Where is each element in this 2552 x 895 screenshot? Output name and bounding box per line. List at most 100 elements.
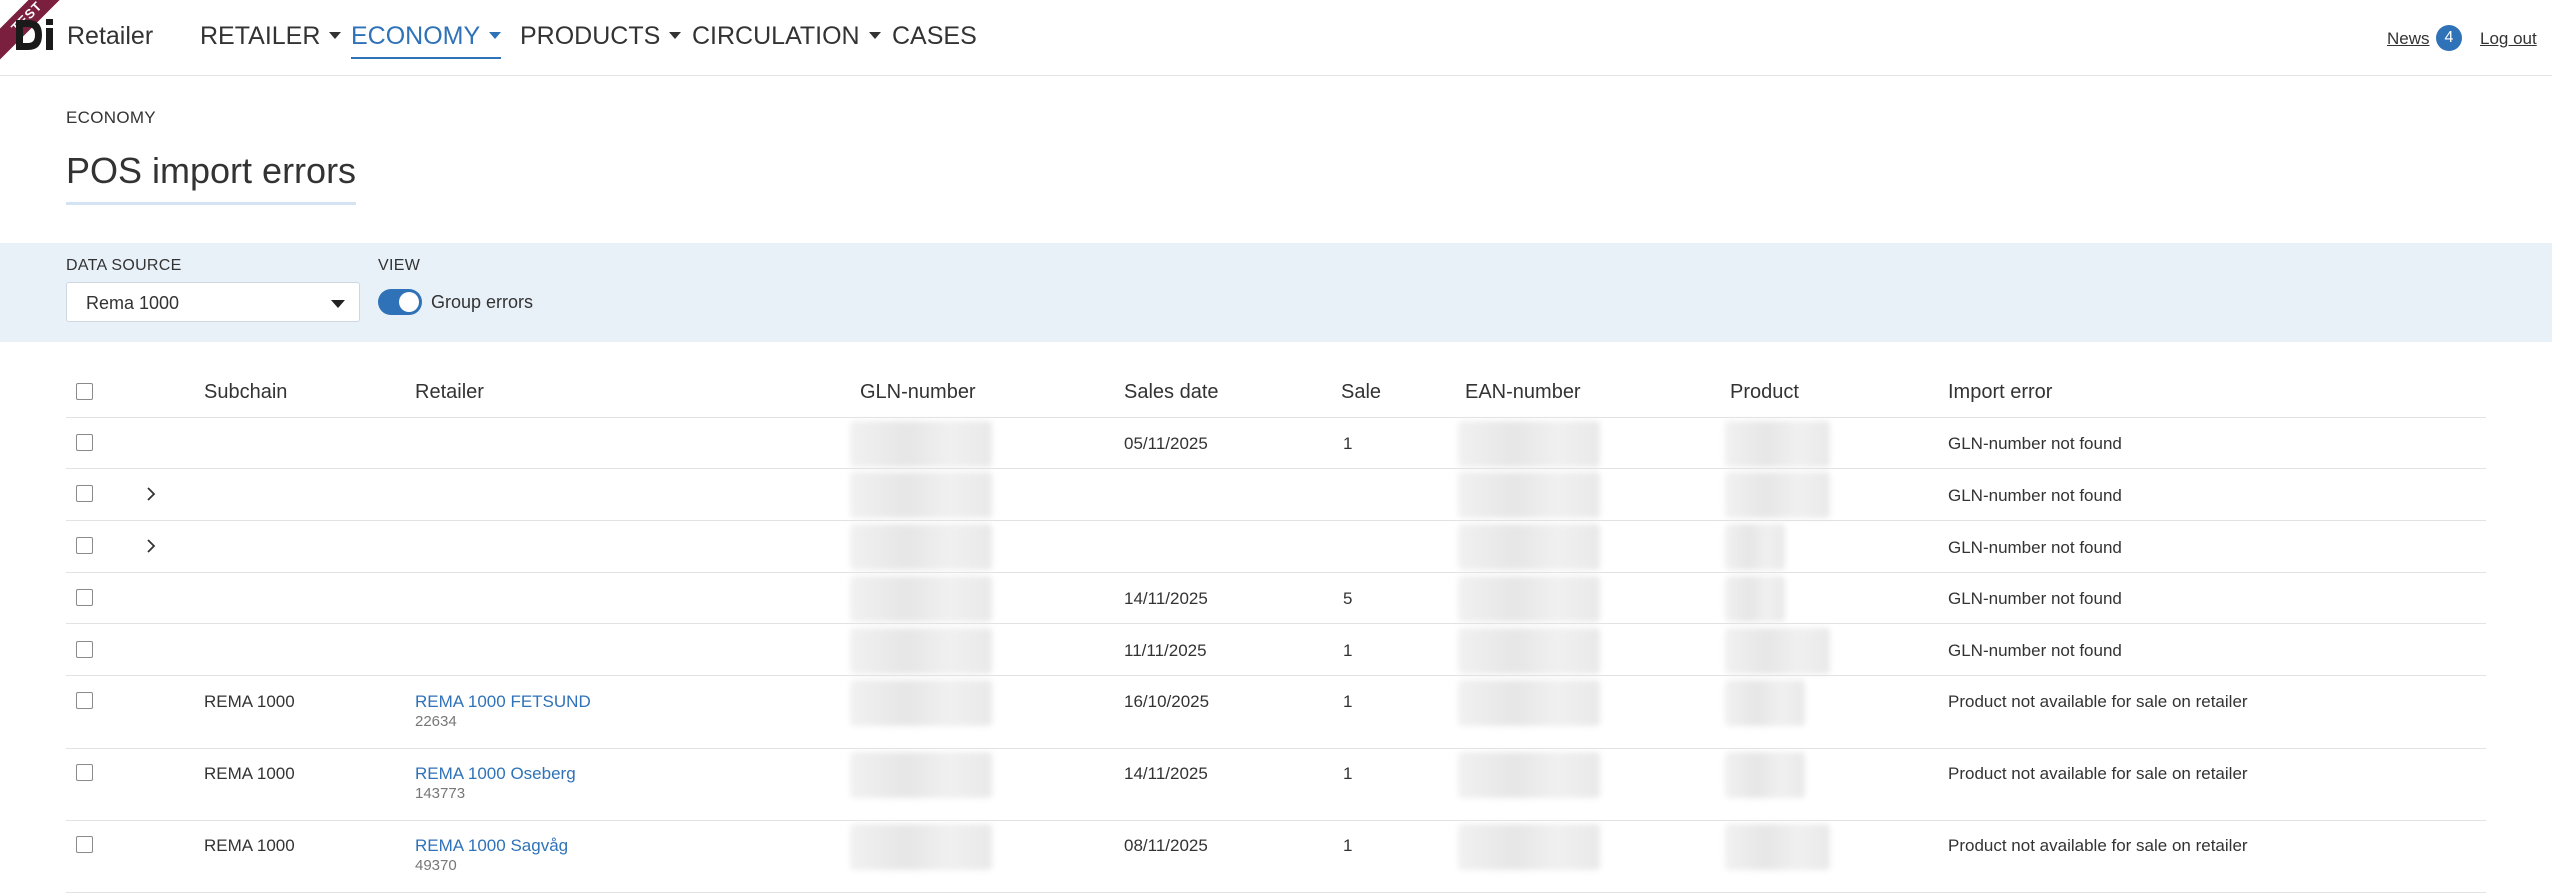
news-count-badge[interactable]: 4 xyxy=(2436,25,2462,51)
logout-link[interactable]: Log out xyxy=(2480,29,2537,49)
retailer-link[interactable]: REMA 1000 Oseberg xyxy=(415,764,576,784)
chevron-right-icon[interactable] xyxy=(144,539,158,553)
import-error: Product not available for sale on retail… xyxy=(1948,764,2248,783)
column-header-ean-number[interactable]: EAN-number xyxy=(1465,381,1581,404)
retailer-id: 49370 xyxy=(415,857,457,874)
column-header-sale[interactable]: Sale xyxy=(1341,381,1381,404)
row-checkbox[interactable] xyxy=(76,485,93,502)
column-header-retailer[interactable]: Retailer xyxy=(415,381,484,404)
sale: 1 xyxy=(1343,764,1353,783)
select-all-checkbox[interactable] xyxy=(76,383,93,400)
row-divider xyxy=(66,892,2486,893)
nav-retailer-label: RETAILER xyxy=(200,22,321,50)
sale: 1 xyxy=(1343,692,1353,711)
import-error: GLN-number not found xyxy=(1948,641,2122,660)
redacted-gln xyxy=(850,752,992,798)
row-divider xyxy=(66,572,2486,573)
news-link[interactable]: News xyxy=(2387,29,2430,49)
nav-cases[interactable]: CASES xyxy=(892,22,977,51)
sales-date: 16/10/2025 xyxy=(1124,692,1210,711)
import-error: Product not available for sale on retail… xyxy=(1948,836,2248,855)
redacted-ean xyxy=(1458,421,1600,467)
row-checkbox[interactable] xyxy=(76,692,93,709)
redacted-product xyxy=(1725,752,1805,798)
column-header-product[interactable]: Product xyxy=(1730,381,1799,404)
column-header-import-error[interactable]: Import error xyxy=(1948,381,2052,404)
redacted-product xyxy=(1725,628,1830,674)
column-header-sales-date[interactable]: Sales date xyxy=(1124,381,1219,404)
view-label: VIEW xyxy=(378,257,421,274)
nav-products-label: PRODUCTS xyxy=(520,22,661,50)
sale: 1 xyxy=(1343,836,1353,855)
row-divider xyxy=(66,468,2486,469)
row-divider xyxy=(66,675,2486,676)
sales-date: 11/11/2025 xyxy=(1124,641,1207,660)
row-divider xyxy=(66,520,2486,521)
subchain: REMA 1000 xyxy=(204,764,295,783)
retailer-id: 22634 xyxy=(415,713,457,730)
row-checkbox[interactable] xyxy=(76,537,93,554)
subchain: REMA 1000 xyxy=(204,692,295,711)
sales-date: 14/11/2025 xyxy=(1124,764,1208,783)
column-header-gln-number[interactable]: GLN-number xyxy=(860,381,976,404)
top-navigation: TEST Retailer RETAILER ECONOMY PRODUCTS … xyxy=(0,0,2552,76)
header-divider xyxy=(66,417,2486,418)
sale: 1 xyxy=(1343,641,1353,660)
import-error: GLN-number not found xyxy=(1948,486,2122,505)
chevron-down-icon xyxy=(489,31,502,39)
sales-date: 14/11/2025 xyxy=(1124,589,1208,608)
sales-date: 05/11/2025 xyxy=(1124,434,1208,453)
retailer-id: 143773 xyxy=(415,785,466,802)
retailer-link[interactable]: REMA 1000 FETSUND xyxy=(415,692,591,712)
data-source-value: Rema 1000 xyxy=(86,293,180,313)
row-divider xyxy=(66,748,2486,749)
row-divider xyxy=(66,623,2486,624)
redacted-product xyxy=(1725,824,1830,870)
nav-cases-label: CASES xyxy=(892,22,977,50)
chevron-down-icon xyxy=(868,31,881,39)
group-errors-label[interactable]: Group errors xyxy=(431,292,533,313)
subchain: REMA 1000 xyxy=(204,836,295,855)
sale: 5 xyxy=(1343,589,1353,608)
nav-retailer[interactable]: RETAILER xyxy=(200,22,342,51)
retailer-link[interactable]: REMA 1000 Sagvåg xyxy=(415,836,568,856)
data-source-select[interactable]: Rema 1000 xyxy=(66,282,360,322)
nav-economy[interactable]: ECONOMY xyxy=(351,22,502,59)
redacted-gln xyxy=(850,472,992,518)
redacted-ean xyxy=(1458,576,1600,622)
group-errors-toggle[interactable] xyxy=(378,289,422,315)
column-header-subchain[interactable]: Subchain xyxy=(204,381,287,404)
row-checkbox[interactable] xyxy=(76,764,93,781)
redacted-gln xyxy=(850,680,992,726)
redacted-product xyxy=(1725,680,1805,726)
redacted-product xyxy=(1725,576,1785,622)
app-name[interactable]: Retailer xyxy=(67,22,153,51)
sales-date: 08/11/2025 xyxy=(1124,836,1208,855)
redacted-gln xyxy=(850,421,992,467)
row-checkbox[interactable] xyxy=(76,641,93,658)
redacted-ean xyxy=(1458,472,1600,518)
import-error: GLN-number not found xyxy=(1948,589,2122,608)
import-error: GLN-number not found xyxy=(1948,434,2122,453)
redacted-gln xyxy=(850,824,992,870)
redacted-ean xyxy=(1458,628,1600,674)
caret-down-icon xyxy=(331,300,345,308)
row-checkbox[interactable] xyxy=(76,589,93,606)
breadcrumb: ECONOMY xyxy=(66,108,156,127)
redacted-product xyxy=(1725,524,1785,570)
nav-circulation[interactable]: CIRCULATION xyxy=(692,22,881,51)
toggle-knob xyxy=(399,292,419,312)
import-error: Product not available for sale on retail… xyxy=(1948,692,2248,711)
data-source-label: DATA SOURCE xyxy=(66,257,182,274)
row-checkbox[interactable] xyxy=(76,434,93,451)
redacted-product xyxy=(1725,421,1830,467)
sale: 1 xyxy=(1343,434,1353,453)
nav-products[interactable]: PRODUCTS xyxy=(520,22,682,51)
nav-economy-label: ECONOMY xyxy=(351,22,481,50)
chevron-right-icon[interactable] xyxy=(144,487,158,501)
row-checkbox[interactable] xyxy=(76,836,93,853)
import-error: GLN-number not found xyxy=(1948,538,2122,557)
redacted-product xyxy=(1725,472,1830,518)
redacted-ean xyxy=(1458,524,1600,570)
di-logo-icon[interactable] xyxy=(14,14,58,54)
